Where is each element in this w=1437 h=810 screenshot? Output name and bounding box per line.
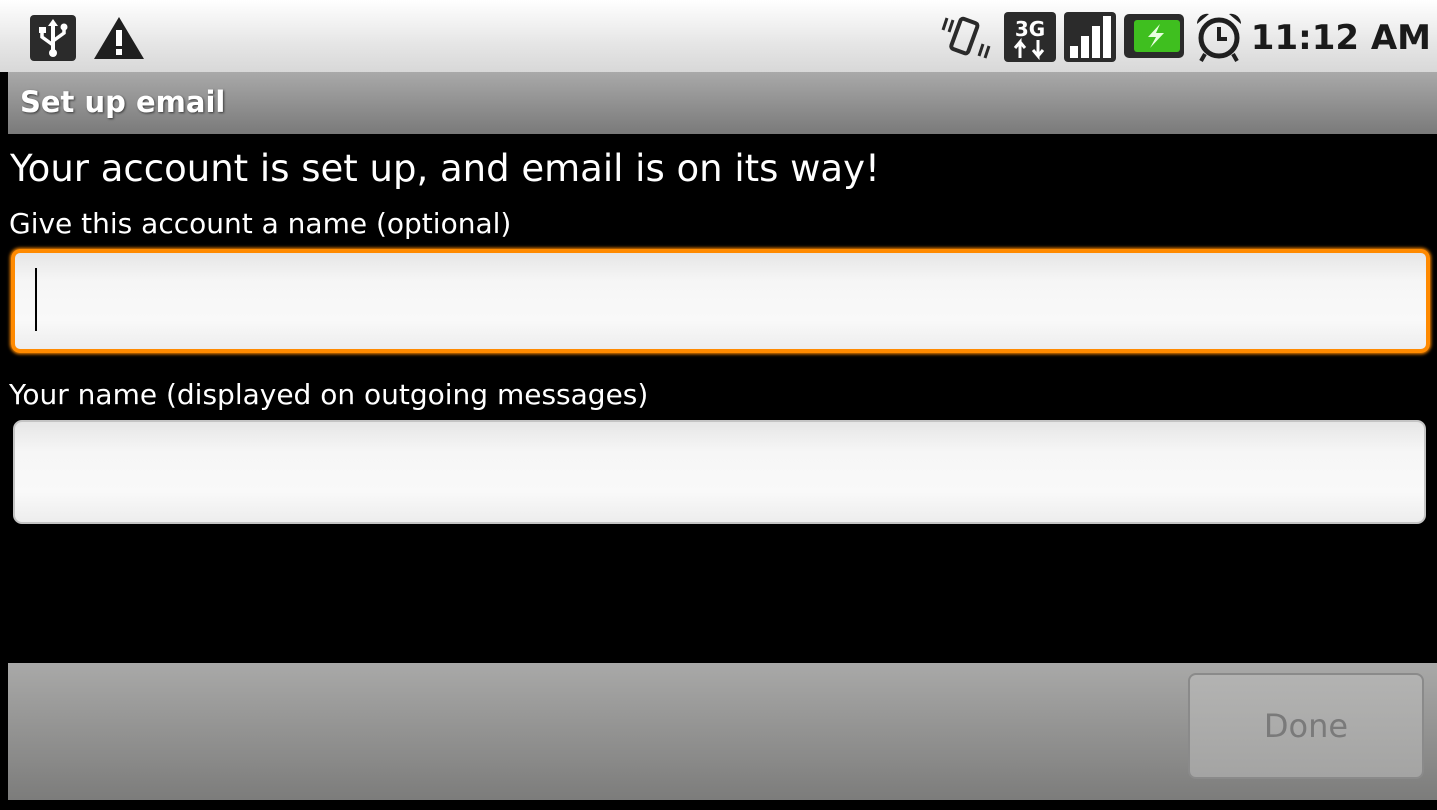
status-clock: 11:12 AM [1250,18,1431,58]
battery-charging-icon [1124,14,1184,58]
text-cursor [35,268,37,331]
vibrate-icon [941,16,991,59]
setup-success-headline: Your account is set up, and email is on … [10,147,880,190]
done-button[interactable]: Done [1188,673,1424,779]
email-setup-screen: 3G 11:12 AM Set up email Your account is… [0,0,1437,810]
signal-strength-icon [1064,12,1116,62]
account-name-label: Give this account a name (optional) [9,207,512,240]
alarm-clock-icon [1196,13,1242,62]
your-name-label: Your name (displayed on outgoing message… [9,378,649,411]
title-bar: Set up email [8,72,1437,134]
network-3g-icon: 3G [1004,12,1056,62]
page-title: Set up email [20,85,226,119]
usb-icon [30,15,76,61]
status-bar: 3G 11:12 AM [0,0,1437,72]
your-name-input[interactable] [13,420,1426,524]
svg-text:3G: 3G [1015,17,1045,41]
account-name-input[interactable] [11,249,1430,353]
warning-icon [94,17,144,59]
